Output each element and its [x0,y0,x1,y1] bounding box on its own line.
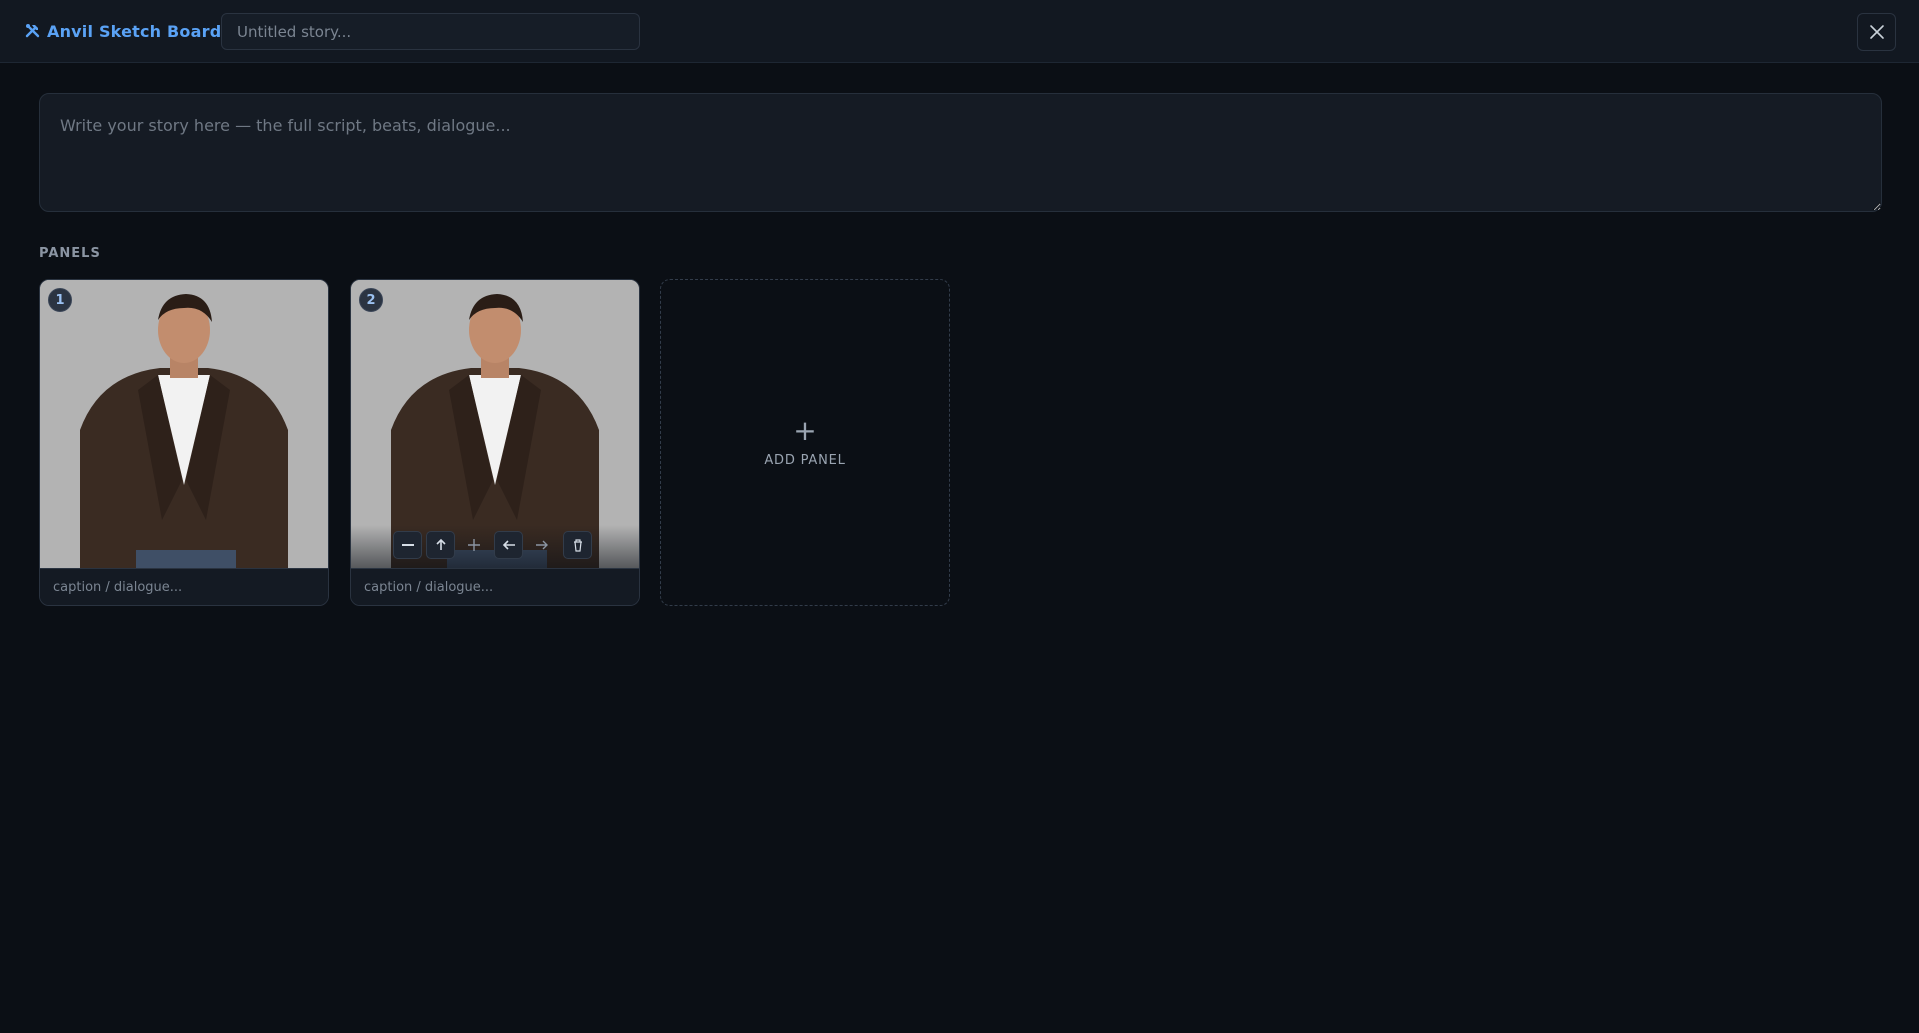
arrow-up-icon [435,538,446,550]
trash-icon [573,539,582,552]
arrow-left-icon [502,540,515,550]
drag-handle-button[interactable] [459,531,488,559]
panel-toolbar [351,525,639,568]
app-title: Anvil Sketch Board [47,21,222,41]
resize-button[interactable] [393,531,422,559]
app-brand[interactable]: Anvil Sketch Board [25,19,221,43]
panel-caption-input-1[interactable] [40,568,328,605]
move-left-button[interactable] [494,531,523,559]
close-button[interactable] [1857,13,1896,51]
panel-card-1[interactable]: 1 [39,279,329,606]
story-title-input[interactable] [221,13,640,50]
move-up-button[interactable] [426,531,455,559]
panel-image-1[interactable] [40,280,328,568]
add-panel-button[interactable]: + ADD PANEL [660,279,950,606]
plus-icon: + [793,414,817,447]
resize-icon [401,544,414,546]
move-icon [467,539,480,551]
panel-caption-input-2[interactable] [351,568,639,605]
hammer-wrench-icon [25,24,40,38]
panel-card-2[interactable]: 2 [350,279,640,606]
top-bar: Anvil Sketch Board [0,0,1919,63]
arrow-right-icon [535,540,548,550]
close-icon [1869,25,1884,39]
panels-section-label: PANELS [39,246,101,261]
move-right-button[interactable] [527,531,556,559]
story-textarea[interactable] [39,93,1882,212]
add-panel-label: ADD PANEL [764,453,846,468]
panel-number-badge: 1 [48,288,72,312]
delete-panel-button[interactable] [563,531,592,559]
panel-number-badge: 2 [359,288,383,312]
